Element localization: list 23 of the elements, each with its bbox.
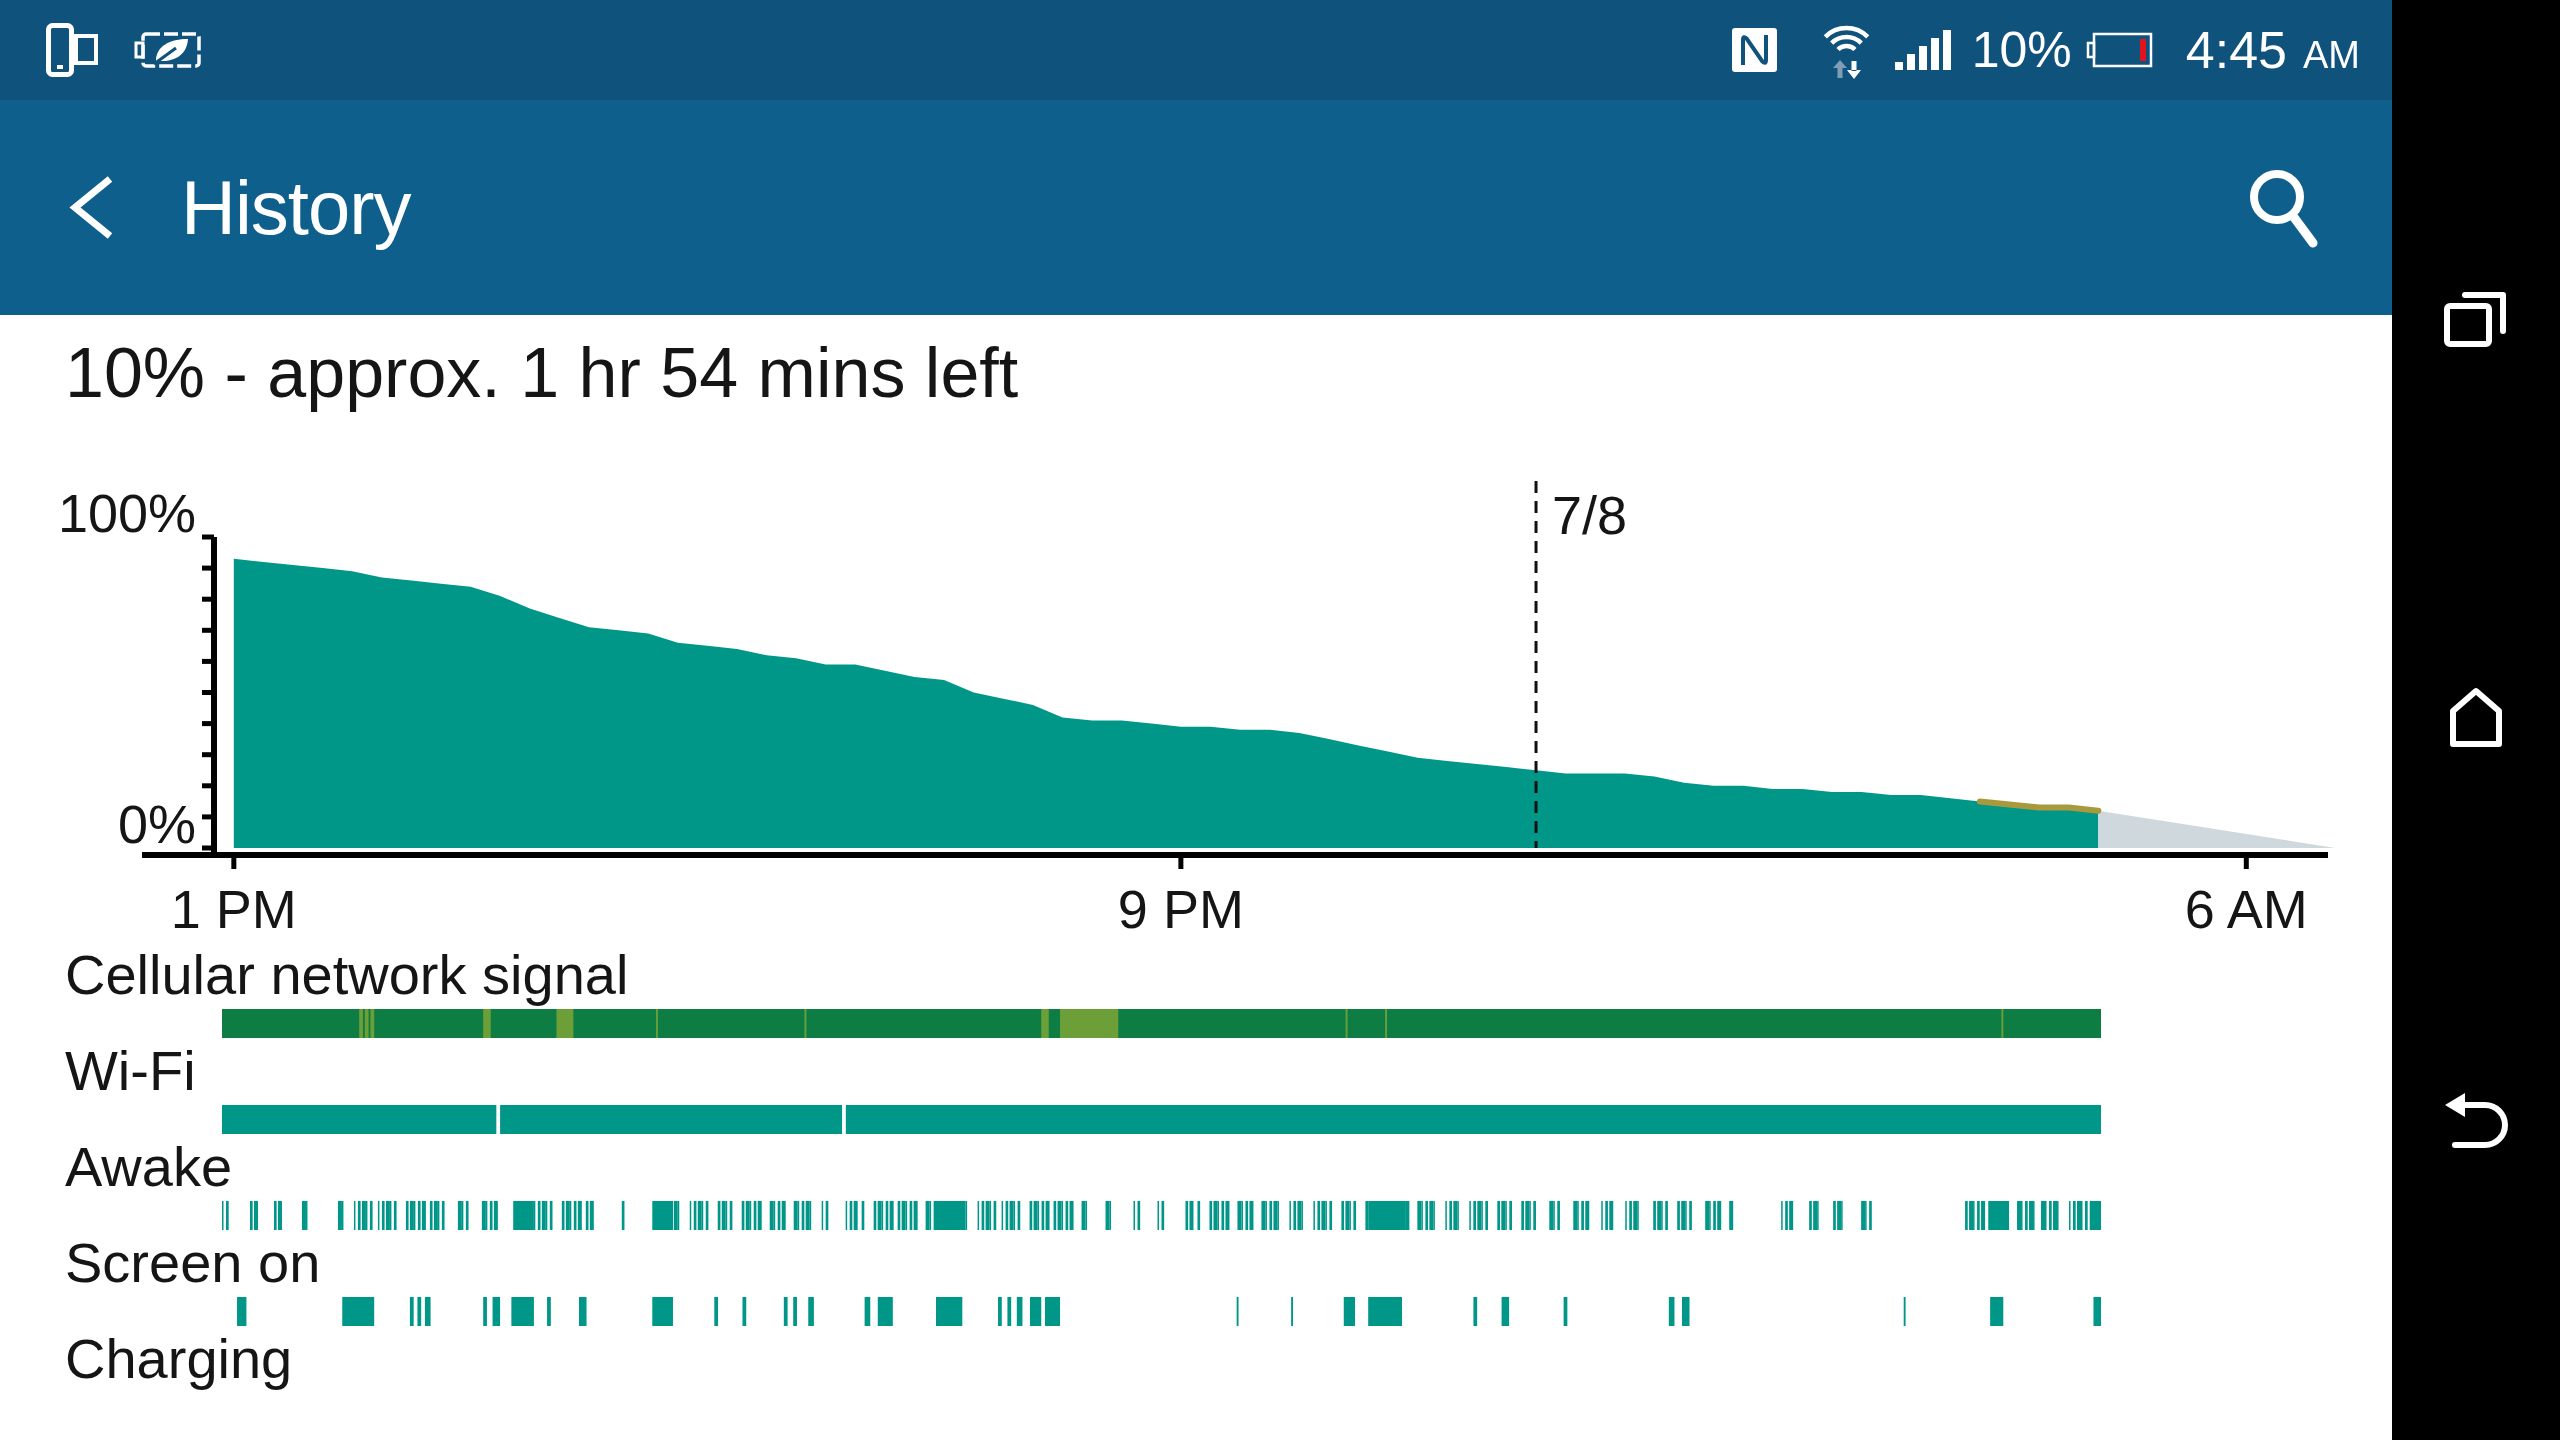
battery-percentage: 10%	[1971, 25, 2072, 75]
timeline-label: Awake	[65, 1135, 234, 1199]
y-axis-label: 0%	[117, 794, 196, 854]
clock-period: AM	[2303, 36, 2360, 74]
u-turn-arrow-icon[interactable]	[2443, 1091, 2509, 1151]
date-label: 7/8	[1552, 485, 1628, 545]
nfc-icon	[1731, 28, 1777, 72]
signal-icon	[1894, 30, 1952, 70]
y-axis-label: 100%	[57, 483, 196, 543]
x-axis-label: 6 AM	[2184, 879, 2308, 939]
x-axis-label: 1 PM	[170, 879, 297, 939]
clock-time: 4:45	[2185, 24, 2287, 76]
leaf-battery-icon	[134, 32, 201, 68]
timeline-label: Charging	[65, 1327, 294, 1391]
timeline-label: Wi-Fi	[65, 1039, 197, 1103]
battery-icon	[2085, 32, 2153, 68]
house-icon[interactable]	[2449, 687, 2503, 748]
x-axis-label: 9 PM	[1117, 879, 1244, 939]
phone-tablet-icon	[46, 23, 98, 77]
timeline-label: Cellular network signal	[65, 943, 630, 1007]
timeline-label: Screen on	[65, 1231, 322, 1295]
overlapping-squares-icon[interactable]	[2443, 291, 2509, 348]
battery-summary: 10% - approx. 1 hr 54 mins left	[65, 333, 1020, 414]
